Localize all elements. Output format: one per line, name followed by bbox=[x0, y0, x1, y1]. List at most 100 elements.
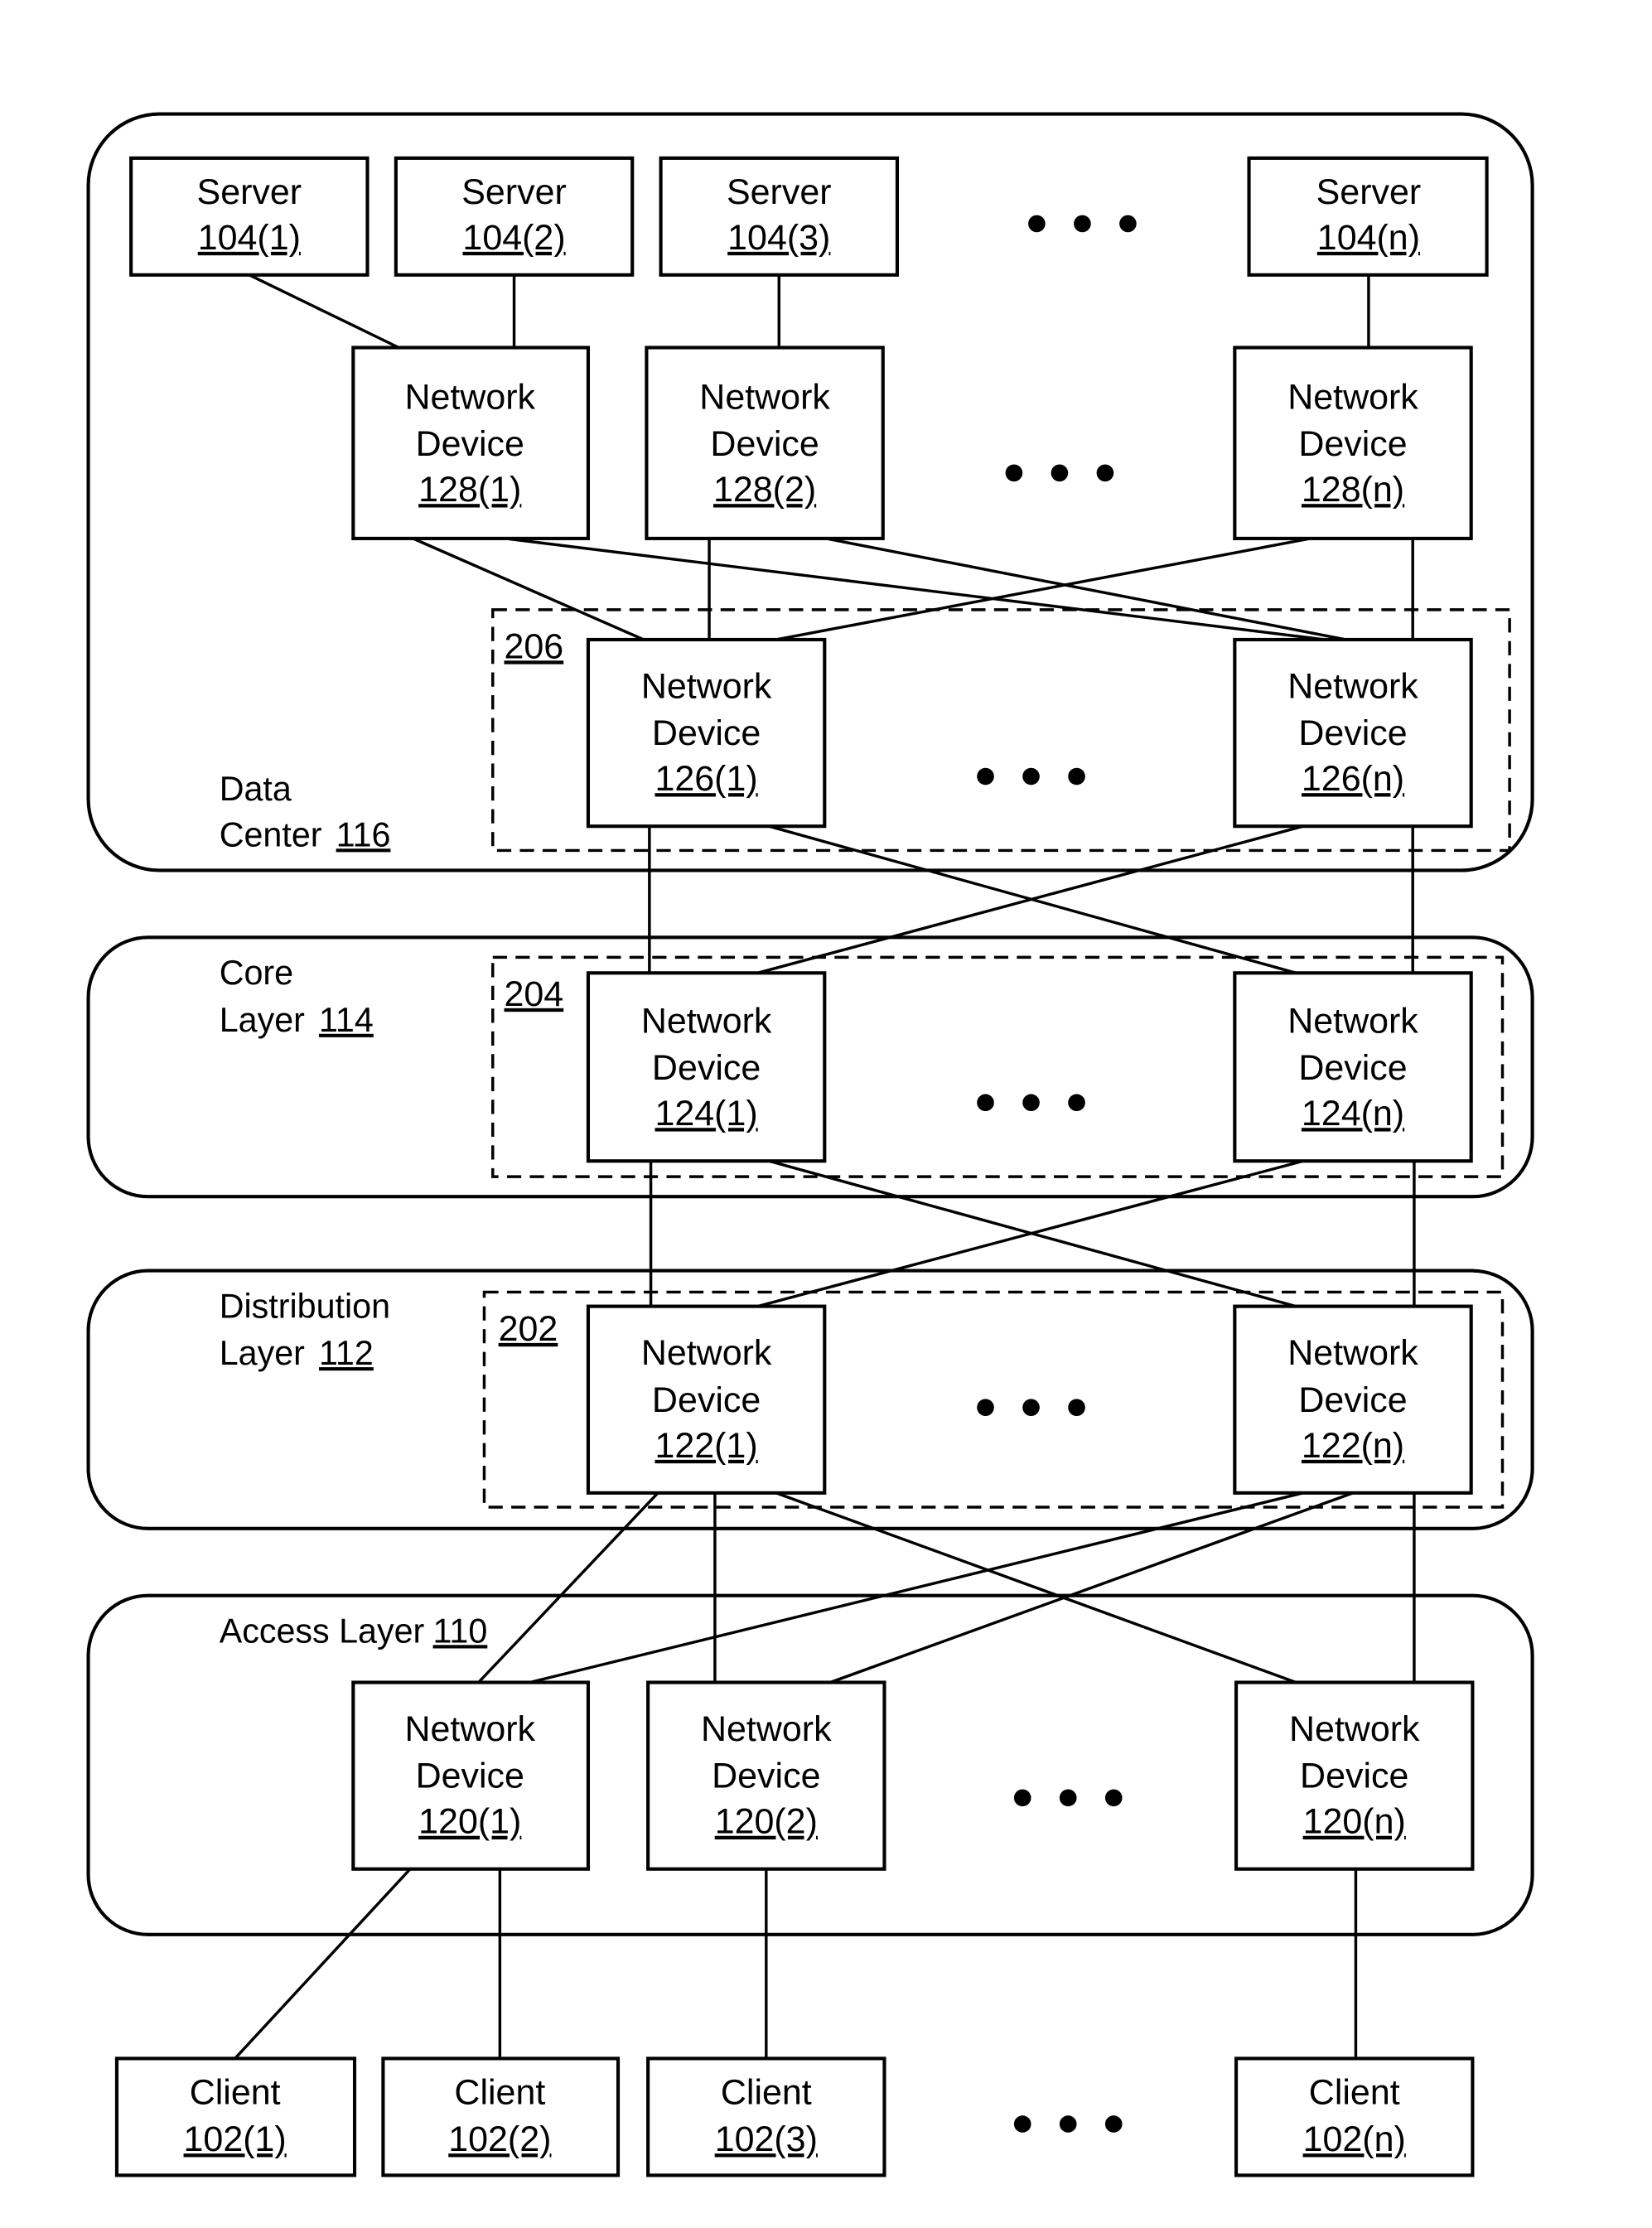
svg-text:120(1): 120(1) bbox=[418, 1802, 521, 1842]
svg-text:128(n): 128(n) bbox=[1302, 470, 1404, 510]
client-2: Client 102(2) bbox=[381, 2056, 621, 2177]
svg-text:Network: Network bbox=[641, 1001, 772, 1041]
link bbox=[412, 537, 645, 641]
distribution-layer-label: Distribution bbox=[220, 1287, 390, 1325]
ellipsis-icon bbox=[977, 767, 1085, 785]
server-ref: 104(1) bbox=[198, 218, 301, 258]
distribution-layer-label-line2: Layer bbox=[220, 1334, 305, 1372]
svg-text:128(2): 128(2) bbox=[713, 470, 816, 510]
link bbox=[234, 1868, 412, 2060]
network-device-124-1: Network Device 124(1) bbox=[586, 971, 827, 1163]
svg-text:126(1): 126(1) bbox=[655, 759, 758, 799]
svg-text:Network: Network bbox=[641, 1333, 772, 1373]
svg-text:Device: Device bbox=[652, 713, 761, 753]
svg-text:122(n): 122(n) bbox=[1302, 1426, 1404, 1466]
svg-text:Network: Network bbox=[699, 377, 830, 417]
network-device-126-n: Network Device 126(n) bbox=[1233, 637, 1473, 829]
network-device-124-n: Network Device 124(n) bbox=[1233, 971, 1473, 1163]
svg-text:Network: Network bbox=[404, 1709, 535, 1749]
group-204-label: 204 bbox=[505, 974, 564, 1014]
svg-text:102(3): 102(3) bbox=[715, 2119, 818, 2159]
svg-text:124(n): 124(n) bbox=[1302, 1094, 1404, 1133]
svg-text:Network: Network bbox=[1287, 1333, 1418, 1373]
svg-text:120(n): 120(n) bbox=[1303, 1802, 1406, 1842]
server-label: Server bbox=[1316, 172, 1422, 212]
svg-text:102(n): 102(n) bbox=[1303, 2119, 1406, 2159]
network-device-128-2: Network Device 128(2) bbox=[645, 346, 885, 540]
group-202-label: 202 bbox=[499, 1309, 558, 1349]
network-device-120-2: Network Device 120(2) bbox=[646, 1680, 886, 1871]
ellipsis-icon bbox=[1013, 1789, 1123, 1807]
group-206-label: 206 bbox=[505, 626, 564, 666]
svg-text:Device: Device bbox=[710, 424, 819, 464]
network-device-122-n: Network Device 122(n) bbox=[1233, 1304, 1473, 1495]
core-layer-ref: 114 bbox=[319, 1001, 374, 1039]
client-n: Client 102(n) bbox=[1234, 2056, 1475, 2177]
client-1: Client 102(1) bbox=[114, 2056, 357, 2177]
svg-text:128(1): 128(1) bbox=[418, 470, 521, 510]
network-device-120-n: Network Device 120(n) bbox=[1234, 1680, 1475, 1871]
data-center-label-line2: Center bbox=[220, 815, 322, 853]
access-layer-ref: 110 bbox=[433, 1612, 488, 1650]
network-device-128-n: Network Device 128(n) bbox=[1233, 346, 1473, 540]
svg-text:124(1): 124(1) bbox=[655, 1094, 758, 1133]
network-topology-diagram: Data Center 116 Core Layer 114 Distribut… bbox=[86, 112, 1534, 2177]
svg-text:Device: Device bbox=[1298, 713, 1407, 753]
server-label: Server bbox=[461, 172, 567, 212]
data-center-ref: 116 bbox=[336, 815, 391, 853]
svg-text:120(2): 120(2) bbox=[715, 1802, 818, 1842]
svg-text:122(1): 122(1) bbox=[655, 1426, 758, 1466]
svg-text:Device: Device bbox=[416, 1757, 524, 1796]
core-layer-label-line2: Layer bbox=[220, 1001, 305, 1039]
server-2: Server 104(2) bbox=[394, 156, 635, 277]
ellipsis-icon bbox=[1028, 215, 1137, 233]
svg-text:Device: Device bbox=[1298, 1380, 1407, 1420]
svg-text:126(n): 126(n) bbox=[1302, 759, 1404, 799]
svg-text:Client: Client bbox=[190, 2072, 281, 2112]
server-1: Server 104(1) bbox=[129, 156, 370, 277]
core-layer-label: Core bbox=[220, 954, 293, 992]
server-ref: 104(3) bbox=[727, 218, 830, 258]
distribution-layer-ref: 112 bbox=[319, 1334, 374, 1372]
server-3: Server 104(3) bbox=[659, 156, 900, 277]
ellipsis-icon bbox=[977, 1399, 1085, 1416]
svg-text:102(1): 102(1) bbox=[184, 2119, 287, 2159]
access-layer-label: Access Layer bbox=[220, 1612, 425, 1650]
network-device-126-1: Network Device 126(1) bbox=[586, 637, 827, 829]
server-n: Server 104(n) bbox=[1247, 156, 1489, 277]
svg-text:Device: Device bbox=[652, 1048, 761, 1088]
link bbox=[529, 1491, 1304, 1684]
svg-text:Device: Device bbox=[1300, 1757, 1408, 1796]
ellipsis-icon bbox=[977, 1094, 1085, 1112]
link bbox=[505, 537, 1325, 641]
svg-text:Network: Network bbox=[1287, 666, 1418, 706]
ellipsis-icon bbox=[1005, 464, 1114, 482]
svg-text:Network: Network bbox=[641, 666, 772, 706]
server-label: Server bbox=[727, 172, 832, 212]
link bbox=[249, 273, 400, 350]
network-device-128-1: Network Device 128(1) bbox=[351, 346, 590, 540]
svg-text:Network: Network bbox=[1287, 377, 1418, 417]
link bbox=[477, 1491, 659, 1684]
svg-text:Device: Device bbox=[652, 1380, 761, 1420]
link bbox=[829, 1491, 1354, 1684]
link bbox=[775, 537, 1311, 641]
svg-text:Device: Device bbox=[1298, 1048, 1407, 1088]
network-device-120-1: Network Device 120(1) bbox=[351, 1680, 590, 1871]
client-3: Client 102(3) bbox=[646, 2056, 886, 2177]
svg-text:Device: Device bbox=[416, 424, 524, 464]
ellipsis-icon bbox=[1013, 2115, 1123, 2133]
svg-text:Client: Client bbox=[721, 2072, 812, 2112]
server-ref: 104(2) bbox=[462, 218, 565, 258]
svg-text:Network: Network bbox=[1287, 1001, 1418, 1041]
data-center-label: Data bbox=[220, 770, 292, 808]
svg-text:Client: Client bbox=[454, 2072, 545, 2112]
server-label: Server bbox=[197, 172, 302, 212]
svg-text:102(2): 102(2) bbox=[448, 2119, 551, 2159]
svg-text:Device: Device bbox=[712, 1757, 820, 1796]
network-device-122-1: Network Device 122(1) bbox=[586, 1304, 827, 1495]
svg-text:Client: Client bbox=[1309, 2072, 1400, 2112]
svg-text:Network: Network bbox=[1289, 1709, 1420, 1749]
server-ref: 104(n) bbox=[1317, 218, 1420, 258]
link bbox=[775, 1491, 1297, 1684]
